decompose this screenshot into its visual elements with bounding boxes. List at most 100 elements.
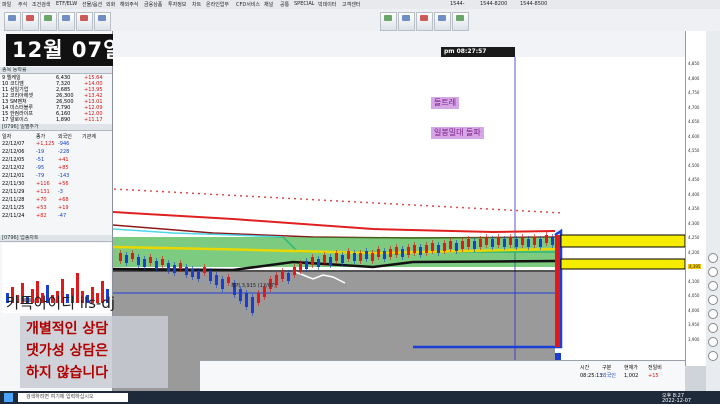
menu-item[interactable]: 온라인업무 (206, 1, 229, 8)
candle-body (443, 243, 446, 251)
menu-item[interactable]: ETF/ELW (56, 1, 77, 7)
menu-item[interactable]: CFD서비스 (236, 1, 260, 8)
sidebar-button[interactable] (708, 337, 718, 347)
toolbar-button[interactable] (452, 12, 469, 31)
low-label: 최저 3,915 (12/07) (231, 283, 277, 289)
sidebar-button[interactable] (708, 351, 718, 361)
candle-body (155, 261, 158, 269)
alert-icon (420, 15, 428, 21)
candle-body (257, 293, 260, 303)
sidebar-button[interactable] (708, 253, 718, 263)
candle-body (329, 257, 332, 265)
red-dot (294, 197, 296, 200)
red-dot (216, 193, 218, 196)
candle-body (383, 251, 386, 259)
red-dot (468, 207, 470, 209)
red-dot (240, 194, 242, 197)
rank-cell: 17 알로이스 (2, 117, 29, 123)
kakao-id-text: 카톡아이디 ils-dj (6, 294, 116, 312)
red-dot (318, 199, 320, 201)
menu-item[interactable]: 투자정보 (168, 1, 186, 8)
toolbar-button[interactable] (94, 12, 111, 31)
sidebar-button[interactable] (708, 281, 718, 291)
candle-body (281, 271, 284, 279)
table-header: 구분 (602, 365, 612, 371)
rank-cell: +11.17 (84, 117, 103, 123)
toolbar-button[interactable] (380, 12, 397, 31)
red-dot (312, 198, 314, 201)
sidebar-button[interactable] (708, 323, 718, 333)
red-dot (246, 195, 248, 198)
red-dot (384, 202, 386, 205)
daily-cell: 22/11/24 (2, 213, 25, 219)
candle-body (149, 257, 152, 263)
chart-annotation: 돌트레 (431, 97, 460, 109)
taskbar-search[interactable]: 검색하려면 여기에 입력하십시오 (18, 393, 128, 402)
axis-tick-label: 4,350 (688, 206, 700, 211)
menu-item[interactable]: 선물/옵션 (82, 1, 102, 8)
daily-cell: -95 (36, 165, 45, 171)
daily-cell: 22/11/28 (2, 197, 25, 203)
red-dot (510, 209, 512, 212)
daily-cell: 22/12/05 (2, 157, 25, 163)
candle-body (293, 267, 296, 275)
toolbar-button[interactable] (416, 12, 433, 31)
red-dot (150, 190, 152, 192)
stock-chart[interactable]: pm 08:27:57 돌트레 일봉밀대 돌파 최저 3,915 (12/07) (113, 31, 685, 391)
axis-tick-label: 4,000 (688, 307, 700, 313)
candle-body (125, 255, 128, 263)
candlestick-chart[interactable] (113, 57, 685, 391)
menu-item[interactable]: 빅데이터 (318, 1, 336, 8)
daily-cell: -47 (58, 213, 67, 219)
toolbar-button[interactable] (76, 12, 93, 31)
red-dot (210, 193, 212, 196)
candle-body (497, 237, 500, 245)
red-dot (228, 194, 230, 197)
menu-item[interactable]: 공통 (280, 1, 289, 8)
toolbar-button[interactable] (4, 12, 21, 31)
toolbar-button[interactable] (58, 12, 75, 31)
axis-tick-label: 4,650 (688, 119, 700, 124)
menu-item[interactable]: 차트 (192, 1, 201, 8)
toolbar-button[interactable] (22, 12, 39, 31)
table-cell: 외국인 (602, 373, 616, 379)
sidebar-button[interactable] (708, 295, 718, 305)
menu-item[interactable]: 금융상품 (144, 1, 162, 8)
daily-cell: 22/11/25 (2, 205, 25, 211)
red-dot (498, 208, 500, 211)
menu-item[interactable]: 고객센터 (342, 1, 360, 8)
menu-item[interactable]: 해외주식 (120, 1, 138, 8)
windows-start-icon[interactable] (4, 393, 13, 402)
red-dot (396, 203, 398, 206)
red-dot (372, 201, 374, 204)
right-sidebar (706, 31, 720, 391)
table-cell: 1,002 (624, 373, 639, 379)
axis-tick-label: 4,550 (688, 148, 700, 153)
chart-header: pm 08:27:57 (113, 31, 685, 58)
candle-body (287, 273, 290, 281)
menu-item[interactable]: 조건검색 (32, 1, 50, 8)
phone-info: 1544- (450, 1, 465, 7)
daily-cell: +85 (58, 165, 69, 171)
menu-item[interactable]: SPECIAL (294, 1, 315, 7)
toolbar-button[interactable] (398, 12, 415, 31)
candle-body (425, 245, 428, 253)
toolbar-button[interactable] (40, 12, 57, 31)
red-dot (144, 189, 146, 192)
sidebar-button[interactable] (708, 309, 718, 319)
daily-cell: -946 (58, 141, 70, 147)
candle-body (251, 297, 254, 313)
candle-body (371, 253, 374, 261)
menu-item[interactable]: 채널 (264, 1, 273, 8)
daily-cell: +68 (58, 197, 69, 203)
toolbar-button[interactable] (434, 12, 451, 31)
red-dot (114, 188, 116, 191)
menu-item[interactable]: 외화 (106, 1, 115, 8)
red-dot (276, 196, 278, 199)
candle-body (191, 269, 194, 277)
sidebar-button[interactable] (708, 267, 718, 277)
menu-item[interactable]: 파일 (2, 1, 11, 8)
red-dot (192, 192, 194, 195)
menu-item[interactable]: 주식 (18, 1, 27, 8)
daily-cell: +1,125 (36, 141, 55, 147)
